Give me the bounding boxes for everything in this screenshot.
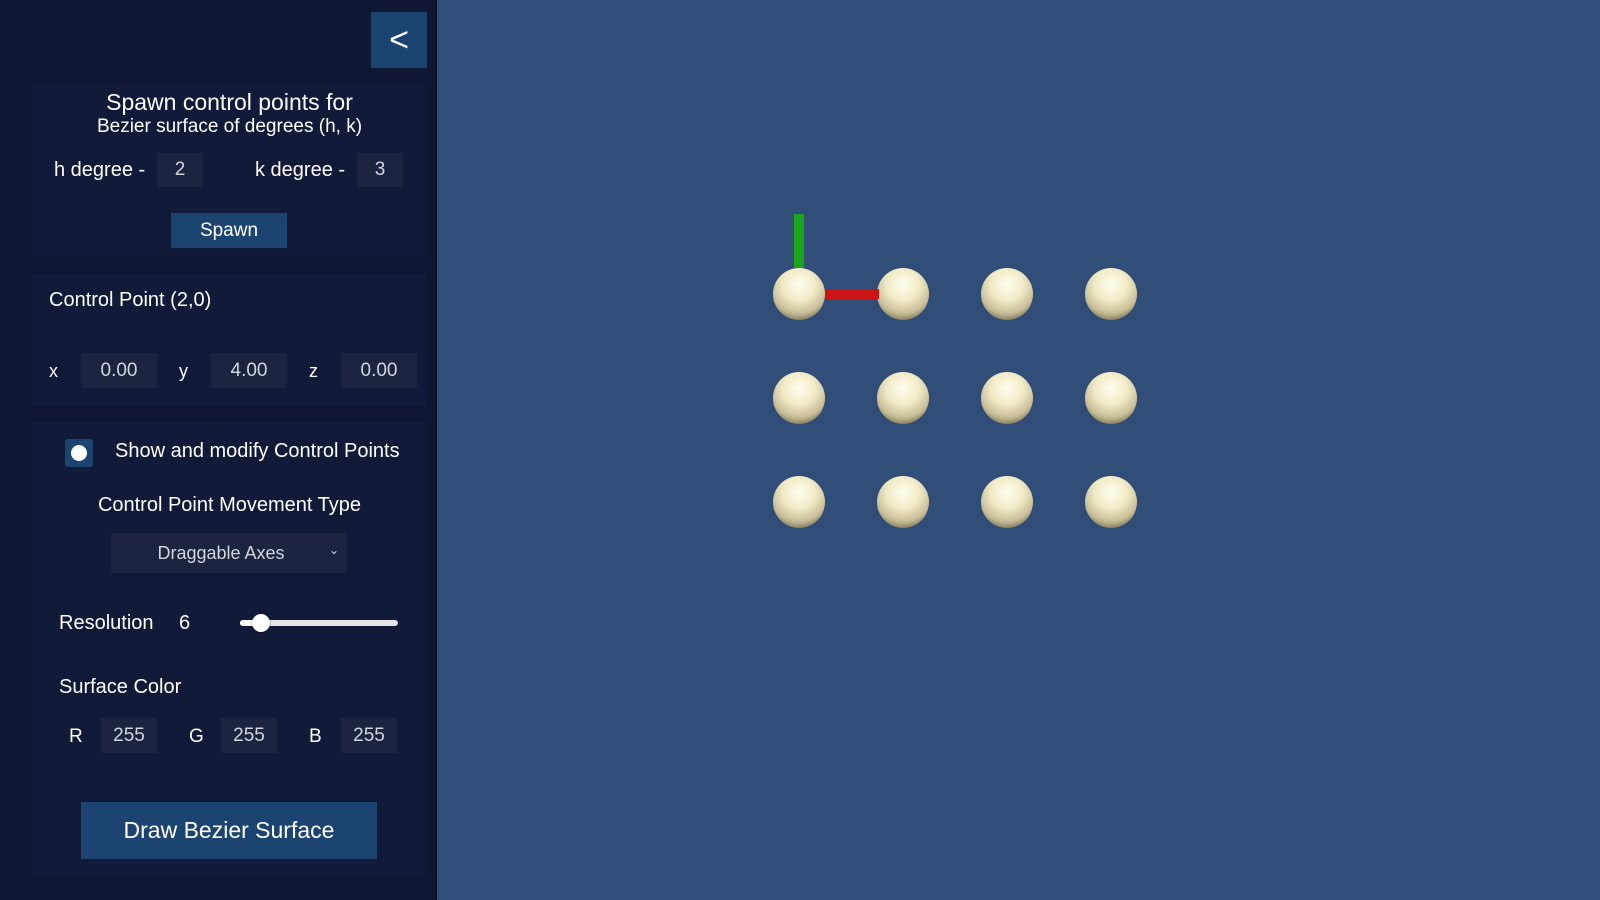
control-point-sphere[interactable] bbox=[1085, 268, 1137, 320]
control-point-sphere[interactable] bbox=[981, 372, 1033, 424]
movement-type-title: Control Point Movement Type bbox=[97, 494, 362, 516]
collapse-panel-button[interactable]: < bbox=[371, 12, 427, 68]
resolution-slider-handle[interactable] bbox=[251, 614, 270, 632]
k-degree-label: k degree - bbox=[255, 159, 346, 181]
control-point-sphere[interactable] bbox=[981, 476, 1033, 528]
control-point-title: Control Point (2,0) bbox=[49, 289, 212, 311]
r-label: R bbox=[69, 726, 83, 747]
control-point-sphere[interactable] bbox=[877, 268, 929, 320]
control-point-sphere[interactable] bbox=[981, 268, 1033, 320]
spawn-subtitle: Bezier surface of degrees (h, k) bbox=[96, 116, 363, 137]
control-point-sphere[interactable] bbox=[877, 476, 929, 528]
h-degree-input[interactable] bbox=[157, 153, 203, 187]
chevron-down-icon: ⌄ bbox=[328, 543, 339, 557]
r-input[interactable] bbox=[101, 718, 157, 753]
y-input[interactable] bbox=[211, 353, 287, 388]
toggle-checkmark-icon bbox=[71, 445, 87, 461]
control-point-section: Control Point (2,0) x y z bbox=[31, 272, 428, 408]
y-axis-handle[interactable] bbox=[794, 214, 804, 268]
spawn-button[interactable]: Spawn bbox=[171, 213, 287, 248]
g-input[interactable] bbox=[221, 718, 277, 753]
x-label: x bbox=[49, 361, 58, 381]
show-control-points-label: Show and modify Control Points bbox=[115, 440, 400, 462]
b-label: B bbox=[309, 726, 322, 747]
control-point-sphere[interactable] bbox=[773, 476, 825, 528]
movement-type-dropdown[interactable]: Draggable Axes ⌄ bbox=[111, 533, 347, 573]
spawn-section: Spawn control points for Bezier surface … bbox=[31, 82, 428, 258]
resolution-slider[interactable] bbox=[240, 614, 398, 632]
resolution-label: Resolution bbox=[59, 612, 154, 634]
show-control-points-toggle[interactable] bbox=[65, 439, 93, 467]
spawn-title: Spawn control points for bbox=[106, 89, 353, 115]
z-input[interactable] bbox=[341, 353, 417, 388]
movement-type-value: Draggable Axes bbox=[157, 543, 285, 563]
h-degree-label: h degree - bbox=[54, 159, 146, 181]
b-input[interactable] bbox=[341, 718, 397, 753]
x-axis-handle[interactable] bbox=[825, 289, 879, 299]
control-point-sphere[interactable] bbox=[877, 372, 929, 424]
k-degree-input[interactable] bbox=[357, 153, 403, 187]
control-point-sphere[interactable] bbox=[773, 372, 825, 424]
scene-viewport[interactable] bbox=[439, 0, 1600, 900]
g-label: G bbox=[189, 726, 204, 747]
draw-bezier-surface-button[interactable]: Draw Bezier Surface bbox=[81, 802, 377, 859]
z-label: z bbox=[309, 361, 318, 381]
y-label: y bbox=[179, 361, 188, 381]
x-input[interactable] bbox=[81, 353, 157, 388]
control-point-sphere[interactable] bbox=[1085, 372, 1137, 424]
surface-color-title: Surface Color bbox=[59, 676, 182, 698]
control-panel: < Spawn control points for Bezier surfac… bbox=[0, 0, 437, 900]
resolution-value: 6 bbox=[179, 612, 191, 634]
control-point-sphere[interactable] bbox=[773, 268, 825, 320]
control-point-sphere[interactable] bbox=[1085, 476, 1137, 528]
options-section: Show and modify Control Points Control P… bbox=[31, 421, 428, 877]
